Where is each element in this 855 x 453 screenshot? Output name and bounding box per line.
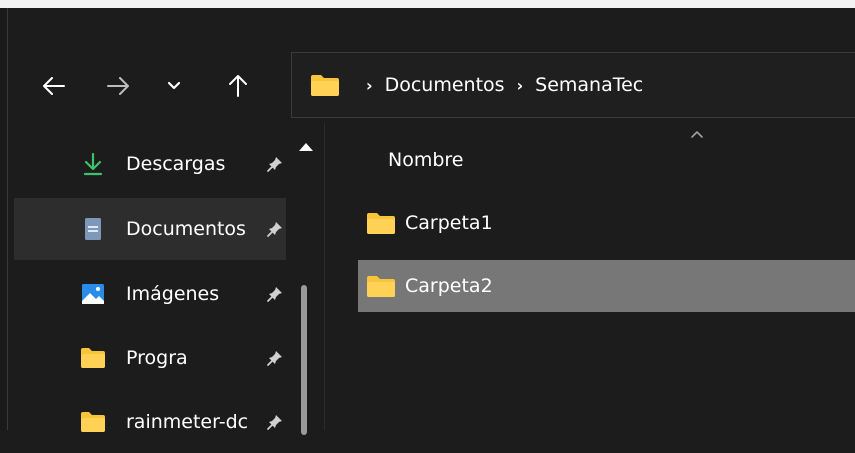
navigation-scrollbar[interactable] [296, 135, 318, 435]
sidebar-item-label: Imágenes [126, 283, 220, 305]
document-icon [80, 218, 106, 240]
list-item-carpeta1[interactable]: Carpeta1 [358, 197, 855, 249]
folder-icon [311, 75, 339, 96]
scroll-up-arrow-icon[interactable] [299, 143, 313, 151]
image-icon [80, 283, 106, 305]
pin-icon[interactable] [266, 349, 284, 367]
pin-icon[interactable] [266, 285, 284, 303]
file-name: Carpeta1 [405, 212, 493, 234]
folder-icon [367, 276, 395, 297]
sidebar-item-descargas[interactable]: Descargas [14, 133, 286, 195]
sidebar-item-rainmeter-dc[interactable]: rainmeter-dc [14, 391, 286, 453]
pane-divider[interactable] [324, 123, 325, 430]
sort-ascending-icon[interactable] [688, 128, 706, 140]
sidebar-item-label: Descargas [126, 153, 226, 175]
chevron-down-icon [167, 81, 181, 90]
navigation-toolbar: › Documentos › SemanaTec [8, 8, 855, 123]
sidebar-item-documentos[interactable]: Documentos [14, 198, 286, 260]
file-list: Nombre Carpeta1 Carpeta2 [326, 123, 855, 430]
pin-icon[interactable] [266, 155, 284, 173]
column-header-name[interactable]: Nombre [388, 149, 464, 171]
arrow-right-icon [107, 77, 129, 95]
breadcrumb-semanatec[interactable]: SemanaTec [535, 74, 643, 96]
recent-locations-button[interactable] [154, 64, 194, 108]
forward-button[interactable] [98, 64, 138, 108]
sidebar-item-label: Documentos [126, 218, 246, 240]
sidebar-item-imagenes[interactable]: Imágenes [14, 263, 286, 325]
sidebar-item-label: Progra [126, 347, 188, 369]
back-button[interactable] [34, 64, 74, 108]
breadcrumb-separator[interactable]: › [517, 76, 524, 95]
download-icon [80, 152, 106, 176]
folder-icon [80, 347, 106, 369]
breadcrumb-separator[interactable]: › [366, 76, 373, 95]
window-top-edge [0, 0, 855, 8]
explorer-body: Descargas Documentos Imágenes Progra rai… [8, 123, 855, 435]
window-left-edge [0, 8, 8, 430]
navigation-pane: Descargas Documentos Imágenes Progra rai… [8, 123, 290, 433]
file-name: Carpeta2 [405, 275, 493, 297]
up-button[interactable] [218, 64, 258, 108]
address-bar[interactable]: › Documentos › SemanaTec [291, 52, 855, 118]
list-item-carpeta2[interactable]: Carpeta2 [358, 260, 855, 312]
pin-icon[interactable] [266, 413, 284, 431]
arrow-left-icon [43, 77, 65, 95]
pin-icon[interactable] [266, 220, 284, 238]
scrollbar-thumb[interactable] [301, 285, 307, 435]
sidebar-item-progra[interactable]: Progra [14, 327, 286, 389]
arrow-up-icon [229, 75, 247, 97]
breadcrumb-documentos[interactable]: Documentos [385, 74, 505, 96]
folder-icon [367, 213, 395, 234]
